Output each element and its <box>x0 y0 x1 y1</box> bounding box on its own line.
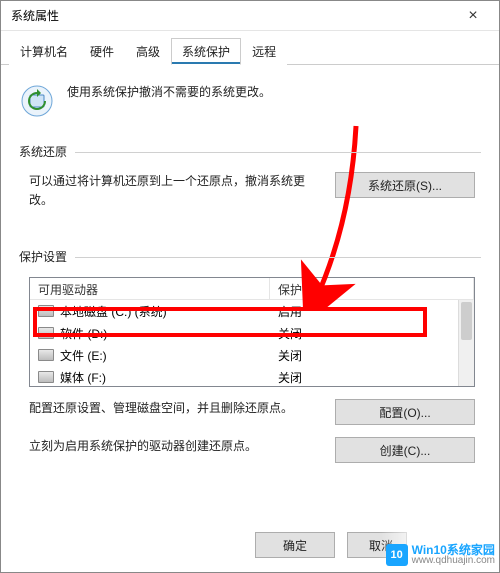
restore-text: 可以通过将计算机还原到上一个还原点，撤消系统更改。 <box>29 172 325 210</box>
watermark: 10 Win10系统家园 www.qdhuajin.com <box>386 544 495 566</box>
create-button-label: 创建(C)... <box>380 442 431 459</box>
scrollbar[interactable] <box>458 300 474 386</box>
close-button[interactable]: × <box>453 2 493 30</box>
configure-button[interactable]: 配置(O)... <box>335 399 475 425</box>
group-protection-settings-label: 保护设置 <box>19 250 75 264</box>
drive-icon <box>38 305 54 317</box>
scrollbar-thumb[interactable] <box>461 302 472 340</box>
drive-status: 关闭 <box>278 369 302 386</box>
group-system-restore: 系统还原 <box>19 143 481 160</box>
table-row[interactable]: 媒体 (F:) 关闭 <box>30 366 458 386</box>
window-title: 系统属性 <box>7 7 453 24</box>
group-system-restore-label: 系统还原 <box>19 145 75 159</box>
system-properties-window: 系统属性 × 计算机名 硬件 高级 系统保护 远程 使用系统保护撤消不需要的系统… <box>0 0 500 573</box>
info-row: 使用系统保护撤消不需要的系统更改。 <box>19 77 481 133</box>
group-protection-settings: 保护设置 <box>19 248 481 265</box>
drive-table-body: 本地磁盘 (C:) (系统) 启用 软件 (D:) 关闭 文件 (E:) 关闭 … <box>30 300 458 386</box>
shield-restore-icon <box>19 83 55 119</box>
table-row[interactable]: 文件 (E:) 关闭 <box>30 344 458 366</box>
tab-system-protection[interactable]: 系统保护 <box>171 38 241 65</box>
watermark-text: Win10系统家园 www.qdhuajin.com <box>412 544 495 566</box>
tab-content: 使用系统保护撤消不需要的系统更改。 系统还原 可以通过将计算机还原到上一个还原点… <box>1 65 499 477</box>
info-text: 使用系统保护撤消不需要的系统更改。 <box>67 83 271 101</box>
configure-text: 配置还原设置、管理磁盘空间，并且删除还原点。 <box>29 399 323 418</box>
tab-hardware[interactable]: 硬件 <box>79 38 125 65</box>
create-restore-point-button[interactable]: 创建(C)... <box>335 437 475 463</box>
tab-strip: 计算机名 硬件 高级 系统保护 远程 <box>1 31 499 65</box>
close-icon: × <box>468 7 477 25</box>
configure-button-label: 配置(O)... <box>379 404 430 421</box>
drive-status: 关闭 <box>278 347 302 364</box>
drive-table-header: 可用驱动器 保护 <box>30 278 474 300</box>
table-row[interactable]: 软件 (D:) 关闭 <box>30 322 458 344</box>
ok-button[interactable]: 确定 <box>255 532 335 558</box>
system-restore-button-label: 系统还原(S)... <box>368 177 442 194</box>
drive-name: 媒体 (F:) <box>60 369 106 386</box>
system-restore-button[interactable]: 系统还原(S)... <box>335 172 475 198</box>
tab-remote[interactable]: 远程 <box>241 38 287 65</box>
titlebar: 系统属性 × <box>1 1 499 31</box>
drive-table[interactable]: 可用驱动器 保护 本地磁盘 (C:) (系统) 启用 软件 (D:) 关闭 文件… <box>29 277 475 387</box>
drive-status: 关闭 <box>278 325 302 342</box>
col-drive[interactable]: 可用驱动器 <box>30 278 270 299</box>
col-status[interactable]: 保护 <box>270 278 474 299</box>
drive-icon <box>38 327 54 339</box>
drive-icon <box>38 349 54 361</box>
create-row: 立刻为启用系统保护的驱动器创建还原点。 创建(C)... <box>29 437 475 463</box>
restore-section: 可以通过将计算机还原到上一个还原点，撤消系统更改。 系统还原(S)... <box>19 168 481 216</box>
drive-name: 文件 (E:) <box>60 347 107 364</box>
drive-status: 启用 <box>278 303 302 320</box>
watermark-line2: www.qdhuajin.com <box>412 556 495 566</box>
drive-name: 本地磁盘 (C:) (系统) <box>60 303 167 320</box>
watermark-badge-icon: 10 <box>386 544 408 566</box>
tab-advanced[interactable]: 高级 <box>125 38 171 65</box>
tab-computer-name[interactable]: 计算机名 <box>9 38 79 65</box>
configure-row: 配置还原设置、管理磁盘空间，并且删除还原点。 配置(O)... <box>29 399 475 425</box>
table-row[interactable]: 本地磁盘 (C:) (系统) 启用 <box>30 300 458 322</box>
protection-section: 可用驱动器 保护 本地磁盘 (C:) (系统) 启用 软件 (D:) 关闭 文件… <box>19 273 481 469</box>
drive-icon <box>38 371 54 383</box>
drive-name: 软件 (D:) <box>60 325 107 342</box>
ok-button-label: 确定 <box>283 537 307 554</box>
create-text: 立刻为启用系统保护的驱动器创建还原点。 <box>29 437 323 456</box>
